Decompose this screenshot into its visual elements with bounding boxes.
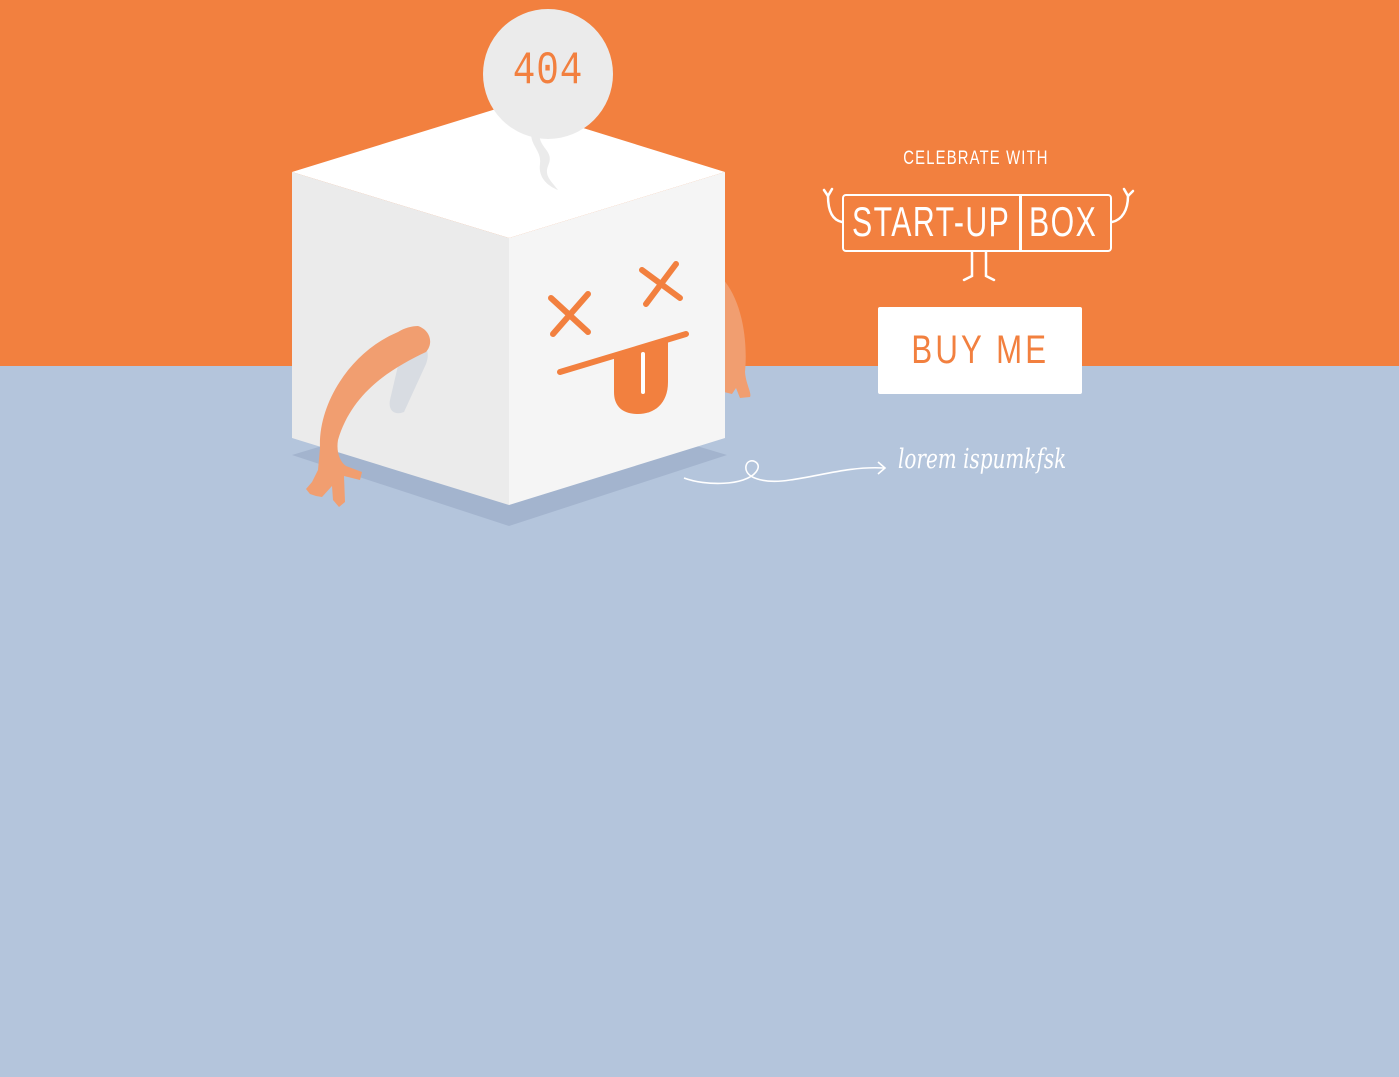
celebrate-tagline: CELEBRATE WITH [903,148,1049,169]
buy-me-button[interactable]: BUY ME [878,307,1082,394]
logo-word-box: BOX [1029,198,1098,245]
right-arm [722,278,751,398]
buy-me-label: BUY ME [911,328,1049,372]
annotation-text: lorem ispumkfsk [898,444,1067,475]
curly-arrow-icon [683,460,885,485]
startup-box-logo[interactable]: START-UP BOX [822,186,1138,284]
logo-word-startup: START-UP [852,198,1011,245]
logo-divider [1019,194,1022,252]
illustration-scene [292,9,887,526]
error-code-404: 404 [512,45,584,97]
